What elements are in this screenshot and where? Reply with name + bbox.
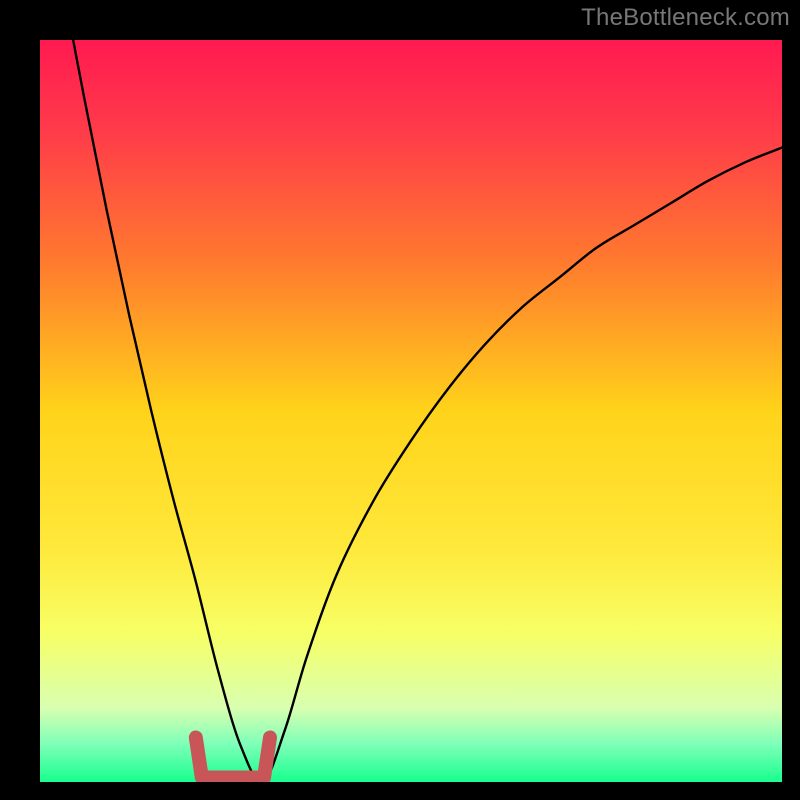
chart-svg — [40, 40, 782, 782]
notch-marker — [196, 737, 270, 777]
attribution-text: TheBottleneck.com — [581, 4, 790, 32]
frame: TheBottleneck.com — [0, 0, 800, 800]
plot-area — [40, 40, 782, 782]
bottleneck-curve — [40, 40, 782, 782]
